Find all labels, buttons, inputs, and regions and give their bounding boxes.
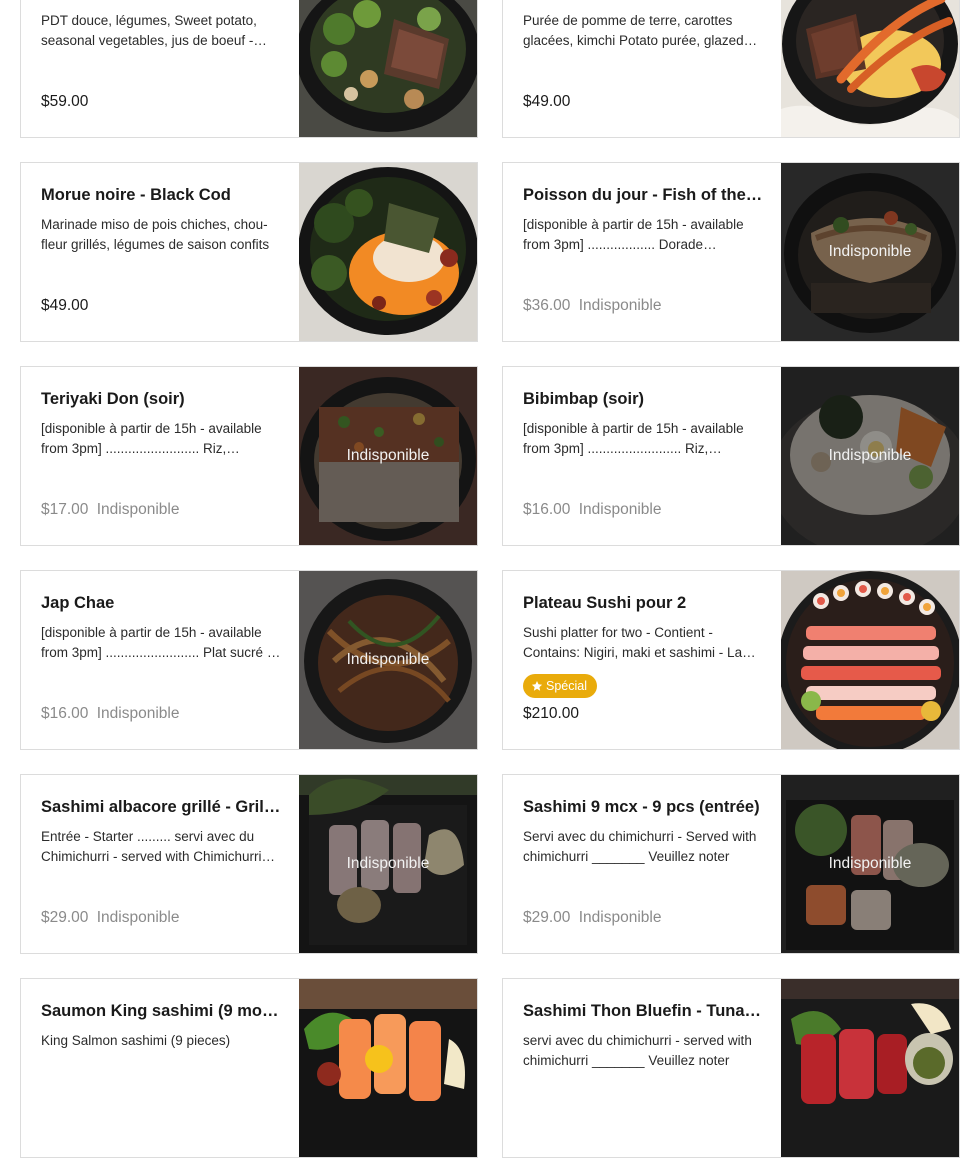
menu-item-photo: Indisponible <box>781 775 959 953</box>
menu-item-info: Sashimi albacore grillé - Grilled albaco… <box>41 775 281 953</box>
menu-item-info: Saumon King sashimi (9 morceaux) King Sa… <box>41 979 281 1157</box>
menu-item-price: $29.00 <box>523 909 571 926</box>
menu-item-price: $17.00 <box>41 501 89 518</box>
menu-item-photo <box>781 571 959 749</box>
menu-item-card[interactable]: PDT douce, légumes, Sweet potato, season… <box>20 0 478 138</box>
menu-item-price-row: $16.00 Indisponible <box>41 704 179 724</box>
menu-item-photo: Indisponible <box>781 367 959 545</box>
menu-item-info: Purée de pomme de terre, carottes glacée… <box>523 0 763 137</box>
menu-item-photo <box>299 0 477 137</box>
menu-item-description: Purée de pomme de terre, carottes glacée… <box>523 13 744 48</box>
menu-item-description: [disponible à partir de 15h - available … <box>41 421 262 456</box>
menu-item-title: Saumon King sashimi (9 morceaux) <box>41 1002 281 1020</box>
menu-item-description: servi avec du chimichurri - served with … <box>523 1033 752 1068</box>
menu-item-photo <box>781 0 959 137</box>
menu-item-title: Sashimi albacore grillé - Grilled albaco… <box>41 798 281 816</box>
menu-item-description: Servi avec du chimichurri - Served with … <box>523 829 757 864</box>
menu-item-price: $36.00 <box>523 297 571 314</box>
menu-item-card[interactable]: Sashimi albacore grillé - Grilled albaco… <box>20 774 478 954</box>
menu-item-info: Morue noire - Black Cod Marinade miso de… <box>41 163 281 341</box>
unavailable-label: Indisponible <box>96 705 180 722</box>
menu-item-price-row: $16.00 Indisponible <box>523 500 661 520</box>
unavailable-overlay-label: Indisponible <box>828 243 912 260</box>
unavailable-label: Indisponible <box>96 501 180 518</box>
menu-item-price-row: $59.00 <box>41 92 88 112</box>
menu-item-info: PDT douce, légumes, Sweet potato, season… <box>41 0 281 137</box>
menu-item-price-row: $17.00 Indisponible <box>41 500 179 520</box>
menu-item-description: PDT douce, légumes, Sweet potato, season… <box>41 13 257 48</box>
menu-item-card[interactable]: Bibimbap (soir) [disponible à partir de … <box>502 366 960 546</box>
unavailable-label: Indisponible <box>578 501 662 518</box>
menu-item-title: Plateau Sushi pour 2 <box>523 594 687 612</box>
menu-item-info: Jap Chae [disponible à partir de 15h - a… <box>41 571 281 749</box>
menu-item-info: Bibimbap (soir) [disponible à partir de … <box>523 367 763 545</box>
menu-item-info: Teriyaki Don (soir) [disponible à partir… <box>41 367 281 545</box>
menu-item-price-row: $49.00 <box>41 296 88 316</box>
unavailable-overlay-label: Indisponible <box>346 447 430 464</box>
unavailable-label: Indisponible <box>578 909 662 926</box>
menu-item-description: Marinade miso de pois chiches, chou-fleu… <box>41 217 270 252</box>
menu-item-card[interactable]: Plateau Sushi pour 2 Sushi platter for t… <box>502 570 960 750</box>
menu-item-price: $49.00 <box>41 297 89 314</box>
menu-item-title: Teriyaki Don (soir) <box>41 390 185 408</box>
menu-item-price: $49.00 <box>523 93 571 110</box>
special-badge: Spécial <box>523 674 597 698</box>
menu-item-photo: Indisponible <box>299 367 477 545</box>
unavailable-label: Indisponible <box>96 909 180 926</box>
unavailable-overlay-label: Indisponible <box>346 651 430 668</box>
menu-item-card[interactable]: Poisson du jour - Fish of the day [dispo… <box>502 162 960 342</box>
menu-item-card[interactable]: Purée de pomme de terre, carottes glacée… <box>502 0 960 138</box>
menu-item-title: Morue noire - Black Cod <box>41 186 231 204</box>
unavailable-label: Indisponible <box>578 297 662 314</box>
menu-item-description: [disponible à partir de 15h - available … <box>41 625 279 660</box>
menu-item-price-row: $210.00 <box>523 704 579 724</box>
menu-item-info: Poisson du jour - Fish of the day [dispo… <box>523 163 763 341</box>
menu-item-photo <box>299 979 477 1157</box>
unavailable-overlay-label: Indisponible <box>828 447 912 464</box>
menu-item-card[interactable]: Saumon King sashimi (9 morceaux) King Sa… <box>20 978 478 1158</box>
menu-item-info: Sashimi Thon Bluefin - Tuna Bluefin serv… <box>523 979 763 1157</box>
menu-item-photo: Indisponible <box>299 571 477 749</box>
menu-item-card[interactable]: Sashimi Thon Bluefin - Tuna Bluefin serv… <box>502 978 960 1158</box>
menu-item-description: Sushi platter for two - Contient - Conta… <box>523 625 743 660</box>
menu-item-card[interactable]: Jap Chae [disponible à partir de 15h - a… <box>20 570 478 750</box>
menu-item-price-row: $29.00 Indisponible <box>523 908 661 928</box>
menu-item-info: Plateau Sushi pour 2 Sushi platter for t… <box>523 571 763 749</box>
menu-item-description: Entrée - Starter ......... servi avec du… <box>41 829 262 864</box>
unavailable-overlay-label: Indisponible <box>828 855 912 872</box>
menu-item-title: Sashimi 9 mcx - 9 pcs (entrée) <box>523 798 760 816</box>
menu-item-price-row: $49.00 <box>523 92 570 112</box>
menu-item-price: $210.00 <box>523 705 580 722</box>
special-badge-label: Spécial <box>546 679 587 693</box>
menu-item-description: [disponible à partir de 15h - available … <box>523 421 744 456</box>
menu-item-price: $29.00 <box>41 909 89 926</box>
unavailable-overlay-label: Indisponible <box>346 855 430 872</box>
menu-item-price: $59.00 <box>41 93 89 110</box>
menu-item-price-row: $29.00 Indisponible <box>41 908 179 928</box>
menu-item-title: Sashimi Thon Bluefin - Tuna Bluefin <box>523 1002 763 1020</box>
menu-item-photo <box>299 163 477 341</box>
menu-item-info: Sashimi 9 mcx - 9 pcs (entrée) Servi ave… <box>523 775 763 953</box>
menu-item-card[interactable]: Teriyaki Don (soir) [disponible à partir… <box>20 366 478 546</box>
menu-item-price: $16.00 <box>41 705 89 722</box>
menu-item-price: $16.00 <box>523 501 571 518</box>
menu-item-card[interactable]: Sashimi 9 mcx - 9 pcs (entrée) Servi ave… <box>502 774 960 954</box>
menu-item-photo: Indisponible <box>299 775 477 953</box>
menu-item-description: King Salmon sashimi (9 pieces) <box>41 1033 231 1048</box>
menu-item-photo: Indisponible <box>781 163 959 341</box>
menu-item-title: Jap Chae <box>41 594 115 612</box>
menu-item-price-row: $36.00 Indisponible <box>523 296 661 316</box>
star-icon <box>531 681 543 691</box>
menu-item-card[interactable]: Morue noire - Black Cod Marinade miso de… <box>20 162 478 342</box>
menu-item-description: [disponible à partir de 15h - available … <box>523 217 744 252</box>
menu-item-title: Poisson du jour - Fish of the day <box>523 186 763 204</box>
menu-item-photo <box>781 979 959 1157</box>
menu-item-title: Bibimbap (soir) <box>523 390 645 408</box>
